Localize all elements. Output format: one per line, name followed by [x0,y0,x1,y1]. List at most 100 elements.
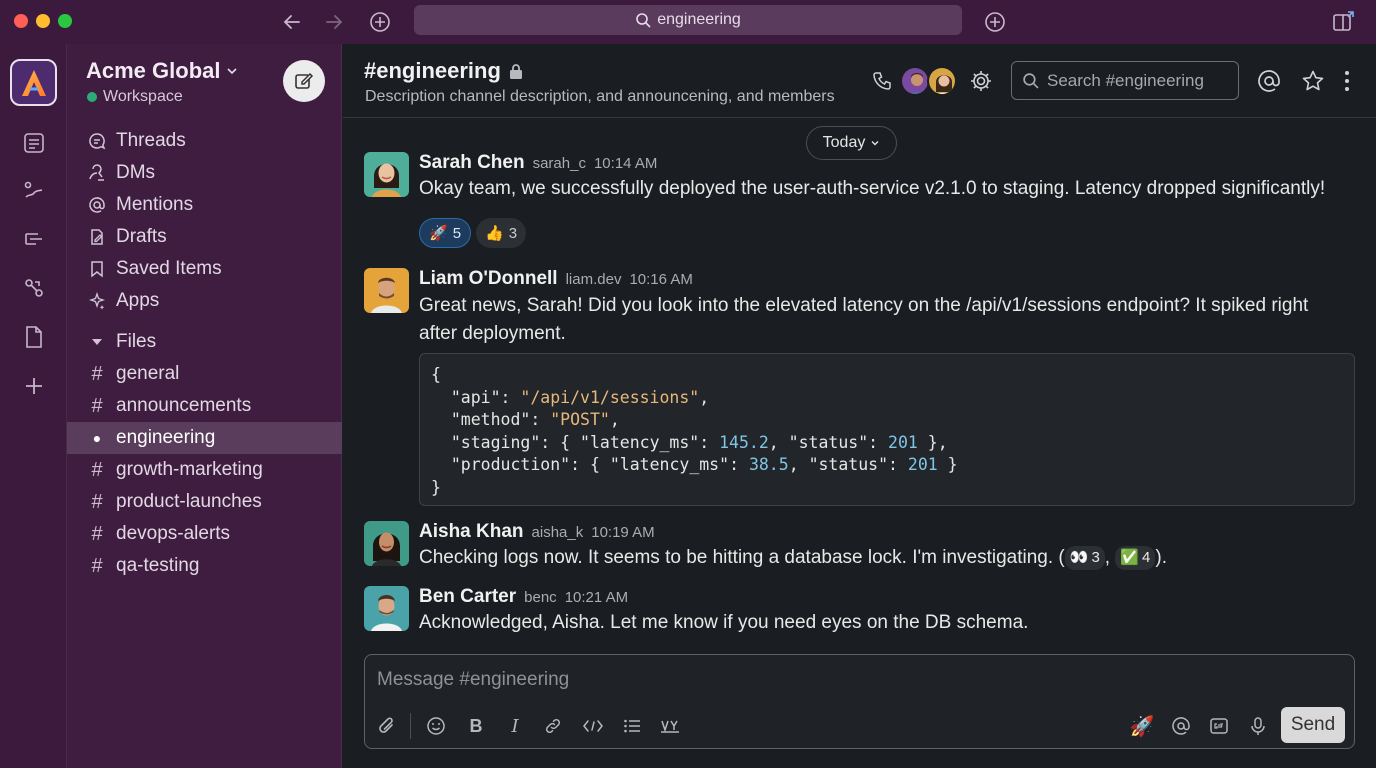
message-input[interactable]: Message #engineering [377,669,569,691]
avatar[interactable] [364,521,409,566]
sidebar-item-dms[interactable]: DMs [67,157,342,189]
sidebar-channel-growth-marketing[interactable]: # growth-marketing [67,454,342,486]
strikethrough-icon[interactable] [657,713,683,739]
message-composer[interactable]: Message #engineering B I 🚀 Send [364,654,1355,749]
workspace-logo[interactable] [10,59,57,106]
code-number: 201 [888,432,918,452]
message-header: Liam O'Donnell liam.dev 10:16 AM [419,268,693,290]
global-search-bar[interactable]: engineering [414,5,962,35]
thumbs-up-emoji: 👍 [485,225,504,242]
send-button[interactable]: Send [1281,707,1345,743]
sidebar-item-label: DMs [116,162,156,183]
channel-name: engineering [116,427,216,448]
message-timestamp[interactable]: 10:16 AM [629,271,692,288]
member-avatar[interactable] [900,66,930,96]
close-window-button[interactable] [14,14,28,28]
sidebar-channel-announcements[interactable]: # announcements [67,390,342,422]
microphone-icon[interactable] [1245,713,1271,739]
workspace-rail [0,44,67,768]
sidebar-item-label: Drafts [116,226,167,247]
message-text: Great news, Sarah! Did you look into the… [419,295,1309,316]
forward-arrow-icon[interactable] [322,10,346,34]
code-icon[interactable] [580,713,606,739]
sidebar-item-apps[interactable]: Apps [67,285,342,317]
inline-reaction-eyes[interactable]: 👀 3 [1064,545,1105,570]
gif-icon[interactable] [1206,713,1232,739]
message-timestamp[interactable]: 10:19 AM [591,524,654,541]
message-timestamp[interactable]: 10:14 AM [594,155,657,172]
hash-icon: # [91,362,103,385]
mention-icon[interactable] [1168,713,1194,739]
sidebar-item-saved-items[interactable]: Saved Items [67,253,342,285]
message-author[interactable]: Sarah Chen [419,152,525,174]
files-icon[interactable] [20,323,47,350]
sidebar-channel-general[interactable]: # general [67,358,342,390]
channel-name: growth-marketing [116,459,263,480]
sidebar-channel-qa-testing[interactable]: # qa-testing [67,550,342,582]
star-icon[interactable] [1300,68,1326,94]
message-author[interactable]: Ben Carter [419,586,516,608]
title-bar: engineering [0,0,1376,44]
window-controls [14,14,72,28]
channel-header: #engineering Description channel descrip… [343,44,1376,118]
at-icon [87,195,107,215]
member-avatar[interactable] [927,66,957,96]
channel-title: #engineering [364,58,501,83]
side-panel-icon[interactable] [1331,10,1355,34]
files-section-toggle[interactable]: Files [67,326,342,358]
avatar[interactable] [364,152,409,197]
gear-icon[interactable] [968,68,994,94]
message-timestamp[interactable]: 10:21 AM [565,589,628,606]
avatar[interactable] [364,268,409,313]
message-handle: benc [524,589,557,606]
add-workspace-icon[interactable] [20,372,47,399]
bulleted-list-icon[interactable] [619,713,645,739]
minimize-window-button[interactable] [36,14,50,28]
sidebar-item-threads[interactable]: Threads [67,125,342,157]
bold-icon[interactable]: B [463,713,489,739]
message-item: Liam O'Donnell liam.dev 10:16 AM Great n… [364,268,1354,348]
workspace-name-button[interactable]: Acme Global [86,58,238,84]
message-author[interactable]: Liam O'Donnell [419,268,558,290]
channel-title-button[interactable]: #engineering [364,58,523,84]
emoji-icon[interactable] [423,713,449,739]
reaction-count: 3 [508,224,518,242]
back-arrow-icon[interactable] [280,10,304,34]
date-divider-label: Today [822,134,866,151]
inline-reaction-check[interactable]: ✅ 4 [1115,545,1156,570]
paperclip-icon[interactable] [374,713,400,739]
at-icon[interactable] [1256,68,1282,94]
eyes-emoji: 👀 [1069,548,1089,566]
sidebar-item-label: Saved Items [116,258,222,279]
phone-icon[interactable] [869,68,895,94]
message-text-body: Checking logs now. It seems to be hittin… [419,547,1065,568]
lock-icon [509,64,522,79]
sidebar-item-mentions[interactable]: Mentions [67,189,342,221]
history-add-icon[interactable] [368,10,392,34]
sidebar-channel-engineering[interactable]: ● engineering [67,422,342,454]
home-feed-icon[interactable] [20,129,47,156]
link-icon[interactable] [540,713,566,739]
channel-name: devops-alerts [116,523,231,544]
avatar[interactable] [364,586,409,631]
global-search-text: engineering [657,11,741,28]
message-author[interactable]: Aisha Khan [419,521,524,543]
sidebar-item-drafts[interactable]: Drafts [67,221,342,253]
code-key: "latency_ms" [609,455,730,474]
activity-icon[interactable] [20,177,47,204]
connections-icon[interactable] [20,274,47,301]
italic-icon[interactable]: I [502,713,528,739]
code-string: "POST" [550,410,610,429]
more-options-icon[interactable] [1334,68,1360,94]
search-icon [1023,73,1039,89]
sidebar-channel-product-launches[interactable]: # product-launches [67,486,342,518]
new-tab-icon[interactable] [983,10,1007,34]
channel-search-input[interactable]: Search #engineering [1011,61,1239,100]
rocket-icon[interactable]: 🚀 [1129,713,1155,739]
reaction-rocket[interactable]: 🚀 5 [419,218,472,248]
workflow-icon[interactable] [20,225,47,252]
reaction-thumbs-up[interactable]: 👍 3 [476,218,527,248]
compose-button[interactable] [283,60,325,102]
zoom-window-button[interactable] [58,14,72,28]
sidebar-channel-devops-alerts[interactable]: # devops-alerts [67,518,342,550]
